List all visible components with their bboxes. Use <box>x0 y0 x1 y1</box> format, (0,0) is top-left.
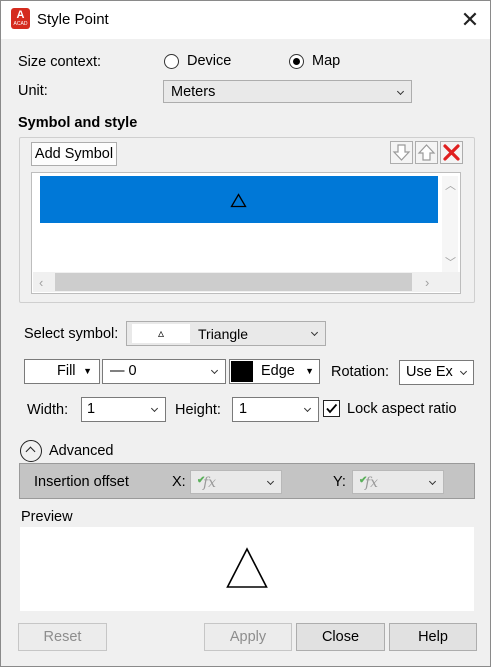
edge-color-swatch <box>231 361 253 382</box>
chevron-down-icon <box>266 477 275 486</box>
title-bar: A ACAD Style Point ✕ <box>1 1 490 39</box>
scroll-up-icon[interactable]: ︿ <box>445 177 456 193</box>
chevron-down-icon <box>396 87 405 96</box>
x-offset-expression-select[interactable]: ✔ fx <box>190 470 282 494</box>
map-radio[interactable] <box>289 54 304 69</box>
lineweight-select[interactable]: — 0 <box>102 359 226 384</box>
chevron-down-icon <box>210 366 219 375</box>
width-select[interactable]: 1 <box>81 397 166 422</box>
device-radio[interactable] <box>164 54 179 69</box>
caret-down-icon: ▼ <box>83 366 92 376</box>
chevron-down-icon <box>459 367 468 376</box>
size-context-label: Size context: <box>18 54 102 70</box>
height-value: 1 <box>239 401 248 417</box>
height-label: Height: <box>175 402 221 418</box>
symbol-list-vscrollbar[interactable]: ︿ ﹀ <box>442 176 458 272</box>
chevron-down-icon <box>150 404 159 413</box>
lock-aspect-ratio-label[interactable]: Lock aspect ratio <box>347 401 457 417</box>
x-offset-label: X: <box>172 474 186 490</box>
help-button[interactable]: Help <box>389 623 477 651</box>
width-label: Width: <box>27 402 69 418</box>
window-title: Style Point <box>37 11 109 28</box>
style-point-dialog: A ACAD Style Point ✕ Size context: Devic… <box>0 0 491 667</box>
collapse-advanced-icon[interactable] <box>20 440 42 462</box>
chevron-down-icon <box>310 328 319 337</box>
autocad-app-icon: A ACAD <box>11 8 30 29</box>
checkmark-icon <box>326 403 338 414</box>
edge-label: Edge <box>261 363 295 379</box>
advanced-label[interactable]: Advanced <box>49 443 114 459</box>
symbol-select-value: Triangle <box>198 326 249 342</box>
chevron-down-icon <box>428 477 437 486</box>
close-window-icon[interactable]: ✕ <box>452 5 488 35</box>
symbol-list-row-selected[interactable] <box>40 176 438 223</box>
rotation-value: Use Ex <box>406 364 453 380</box>
device-radio-label[interactable]: Device <box>187 53 231 69</box>
y-offset-expression-select[interactable]: ✔ fx <box>352 470 444 494</box>
width-value: 1 <box>87 401 96 417</box>
lineweight-value: — 0 <box>110 363 137 379</box>
triangle-icon <box>230 193 247 208</box>
apply-button[interactable]: Apply <box>204 623 292 651</box>
rotation-label: Rotation: <box>331 364 390 380</box>
close-button[interactable]: Close <box>296 623 385 651</box>
chevron-down-icon <box>303 404 312 413</box>
preview-triangle-icon <box>226 547 268 588</box>
symbol-select[interactable]: ▵ Triangle <box>126 321 326 346</box>
fill-color-select[interactable]: Fill ▼ <box>24 359 100 384</box>
caret-down-icon: ▼ <box>305 366 314 376</box>
insertion-offset-panel: Insertion offset X: ✔ fx Y: ✔ fx <box>19 463 475 499</box>
reset-button[interactable]: Reset <box>18 623 107 651</box>
hscroll-thumb[interactable] <box>55 273 412 291</box>
unit-label: Unit: <box>18 83 48 99</box>
fx-icon: fx <box>203 475 217 491</box>
move-up-icon[interactable] <box>415 141 438 164</box>
symbol-list-hscrollbar[interactable]: ‹ › <box>33 272 460 292</box>
scroll-right-icon[interactable]: › <box>425 275 429 290</box>
preview-label: Preview <box>21 509 73 525</box>
insertion-offset-label: Insertion offset <box>34 474 129 490</box>
unit-select-value: Meters <box>171 84 216 100</box>
height-select[interactable]: 1 <box>232 397 319 422</box>
select-symbol-label: Select symbol: <box>24 326 119 342</box>
scroll-down-icon[interactable]: ﹀ <box>445 254 456 270</box>
rotation-select[interactable]: Use Ex <box>399 360 474 385</box>
fx-icon: fx <box>365 475 379 491</box>
symbol-list[interactable]: ︿ ﹀ ‹ › <box>31 172 461 294</box>
fill-color-swatch <box>27 362 51 381</box>
preview-panel <box>20 527 474 611</box>
fill-label: Fill <box>57 363 76 379</box>
y-offset-label: Y: <box>333 474 346 490</box>
delete-symbol-icon[interactable] <box>440 141 463 164</box>
edge-color-select[interactable]: Edge ▼ <box>229 359 320 384</box>
add-symbol-button[interactable]: Add Symbol <box>31 142 117 166</box>
symbol-select-glyph: ▵ <box>132 324 190 343</box>
map-radio-label[interactable]: Map <box>312 53 340 69</box>
scroll-left-icon[interactable]: ‹ <box>39 275 43 290</box>
move-down-icon[interactable] <box>390 141 413 164</box>
symbol-and-style-heading: Symbol and style <box>18 115 138 131</box>
lock-aspect-ratio-checkbox[interactable] <box>323 400 340 417</box>
unit-select[interactable]: Meters <box>163 80 412 103</box>
